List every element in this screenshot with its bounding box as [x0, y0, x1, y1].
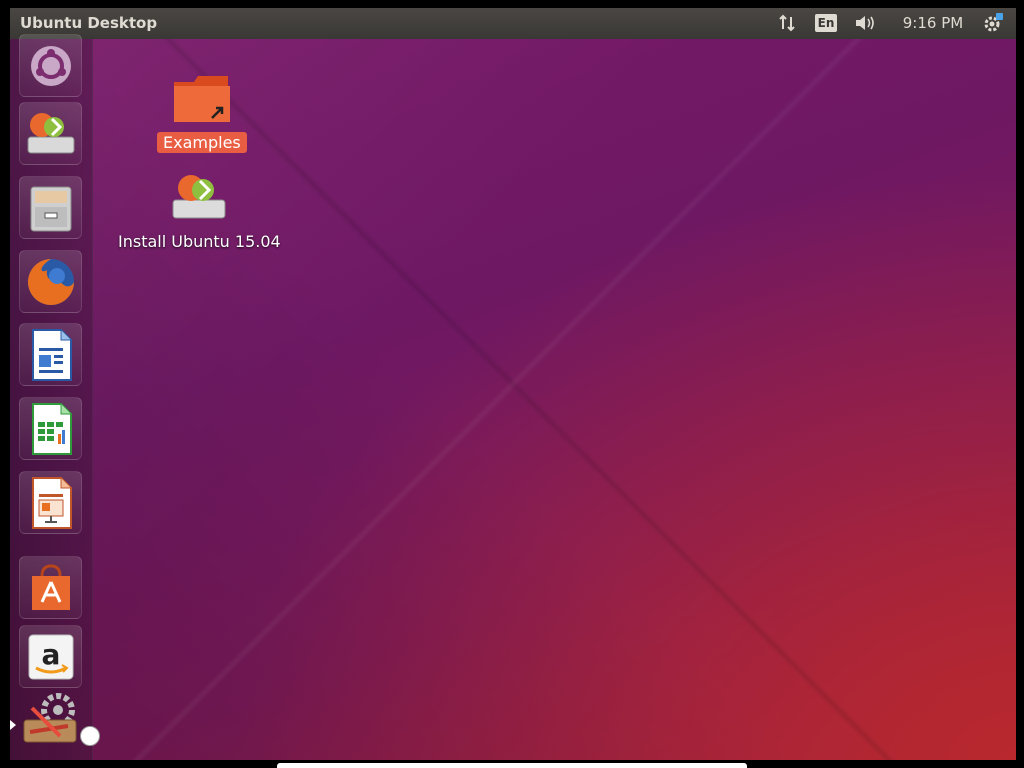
svg-text:a: a: [41, 638, 60, 671]
launcher-libreoffice-calc[interactable]: [19, 397, 82, 460]
volume-indicator-icon[interactable]: [852, 12, 880, 34]
panel-title: Ubuntu Desktop: [20, 14, 158, 32]
launcher-files[interactable]: [19, 176, 82, 239]
bottom-edge-bar: [277, 763, 747, 768]
clock-indicator[interactable]: 9:16 PM: [898, 12, 968, 34]
unity-launcher: a: [10, 34, 93, 760]
desktop-item-install-ubuntu[interactable]: Install Ubuntu 15.04: [118, 170, 281, 251]
session-gear-icon[interactable]: [980, 12, 1006, 34]
top-panel: Ubuntu Desktop En 9:16 PM: [10, 8, 1016, 39]
launcher-firefox[interactable]: [19, 250, 82, 313]
network-indicator-icon[interactable]: [774, 12, 800, 34]
desktop-item-examples[interactable]: Examples: [157, 74, 247, 153]
settings-tools-icon: [20, 688, 82, 750]
folder-link-icon: [172, 74, 232, 128]
writer-document-icon: [29, 328, 73, 382]
desktop-item-label: Examples: [157, 132, 247, 153]
desktop-screen: Ubuntu Desktop En 9:16 PM a Examples Ins…: [10, 8, 1016, 760]
installer-icon: [167, 170, 231, 228]
launcher-running-indicator: [10, 720, 16, 730]
firefox-icon: [25, 256, 77, 308]
launcher-ubuntu-software-center[interactable]: [19, 556, 82, 619]
amazon-icon: a: [26, 632, 76, 682]
launcher-scroll-dot[interactable]: [80, 726, 100, 746]
launcher-install-ubuntu[interactable]: [19, 102, 82, 165]
calc-spreadsheet-icon: [29, 402, 73, 456]
keyboard-layout-indicator[interactable]: En: [814, 12, 838, 34]
impress-presentation-icon: [29, 476, 73, 530]
desktop-item-label: Install Ubuntu 15.04: [118, 232, 281, 251]
installer-icon: [24, 109, 78, 159]
launcher-libreoffice-writer[interactable]: [19, 323, 82, 386]
software-bag-icon: [26, 562, 76, 614]
keyboard-layout-label: En: [814, 14, 838, 32]
launcher-dash-home[interactable]: [19, 34, 82, 97]
file-cabinet-icon: [27, 183, 75, 233]
launcher-amazon[interactable]: a: [19, 625, 82, 688]
launcher-libreoffice-impress[interactable]: [19, 471, 82, 534]
launcher-system-settings[interactable]: [19, 687, 82, 750]
ubuntu-logo-icon: [29, 44, 73, 88]
